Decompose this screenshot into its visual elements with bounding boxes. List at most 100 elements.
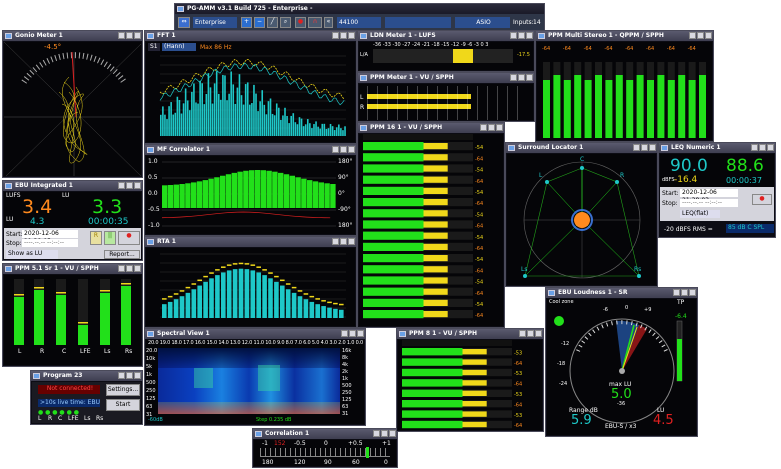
surround-label-r: R	[620, 172, 625, 179]
ms-bar	[647, 80, 654, 138]
record-button[interactable]: ●	[118, 231, 140, 245]
row-level	[402, 368, 463, 377]
start-button[interactable]: Start	[106, 399, 140, 411]
fft-bar	[319, 128, 321, 136]
magnet-icon[interactable]: ∩	[308, 17, 322, 28]
settings-icon[interactable]: «	[324, 17, 333, 28]
fft-bar	[327, 128, 330, 136]
row-peak	[423, 232, 448, 239]
row-peak	[423, 221, 448, 228]
corr-tick-3: +0.5	[348, 440, 363, 447]
window-controls[interactable]	[117, 372, 141, 382]
leq-rms-value[interactable]: 85 dB C SPL	[726, 224, 774, 233]
goniometer-title-bar[interactable]: Gonio Meter 1	[3, 31, 142, 41]
fft-bar	[340, 128, 342, 136]
settings-button[interactable]: Settings...	[106, 384, 140, 396]
window-controls[interactable]	[672, 289, 696, 299]
ebu-loudness-title-bar[interactable]: EBU Loudness 1 - SR	[546, 288, 697, 298]
reset-button[interactable]: R	[90, 231, 102, 245]
window-controls[interactable]	[331, 238, 355, 248]
window-controls[interactable]	[688, 32, 712, 42]
ppm8-title-bar[interactable]: PPM 8 1 - VU / SPPH	[397, 329, 543, 339]
leq-weighting-select[interactable]: LEQ(flat)	[680, 210, 720, 218]
report-button[interactable]: Report...	[104, 250, 140, 259]
rta-peak	[232, 263, 238, 265]
row-level	[363, 209, 424, 218]
preset-select[interactable]: Enterprise	[193, 17, 237, 28]
correlation-title-bar[interactable]: Correlation 1	[253, 429, 397, 439]
row-peak	[462, 401, 487, 407]
start-field[interactable]: 2020-12-06 21:38:05	[22, 230, 78, 245]
driver-select[interactable]: ASIO	[455, 17, 510, 28]
window-controls[interactable]	[117, 182, 141, 192]
fft-bar	[191, 91, 193, 136]
add-icon[interactable]: +	[241, 17, 252, 28]
leq-start-field[interactable]: 2020-12-06 21:38:03	[680, 189, 738, 204]
window-controls[interactable]	[509, 32, 533, 42]
pause-button[interactable]: ||	[104, 231, 116, 245]
channel-label-ls: Ls	[104, 348, 111, 355]
window-controls[interactable]	[117, 265, 141, 275]
fft-bar	[329, 123, 332, 136]
main-title-bar[interactable]: PG-AMM v3.1 Build 725 - Enterprise -	[175, 4, 544, 14]
fft-bar	[315, 121, 317, 136]
spectral-title-bar[interactable]: Spectral View 1	[145, 329, 365, 339]
window-controls[interactable]	[331, 146, 355, 156]
show-as-select[interactable]: Show as LU	[6, 250, 58, 259]
leq-stop-field[interactable]: ----.--.-- --:--:--	[680, 199, 738, 207]
rta-peak	[250, 264, 256, 266]
ebu-integrated-title-bar[interactable]: EBU Integrated 1	[3, 181, 142, 191]
window-controls[interactable]	[509, 74, 533, 84]
mf-ytick-4: -1.0	[148, 222, 160, 229]
ppm-meter-window: PPM Meter 1 - VU / SPPH L R	[357, 72, 535, 122]
mf-correlator-plot	[161, 161, 336, 227]
ldn-body: -36 -33 -30 -27 -24 -21 -18 -15 -12 -9 -…	[359, 42, 533, 70]
window-controls[interactable]	[117, 32, 141, 42]
fft-title-bar[interactable]: FFT 1	[145, 31, 356, 41]
leq-record-button[interactable]: ●	[752, 194, 772, 205]
window-controls[interactable]	[632, 144, 656, 154]
window-controls[interactable]	[340, 330, 364, 340]
window-controls[interactable]	[479, 124, 503, 134]
window-controls[interactable]	[750, 144, 774, 154]
ppm-meter-title-bar[interactable]: PPM Meter 1 - VU / SPPH	[358, 73, 534, 83]
rta-peak	[262, 269, 267, 271]
row-reading: -64	[475, 156, 483, 162]
row-reading: -54	[475, 190, 483, 196]
device-select[interactable]	[385, 17, 451, 28]
surround-title-bar[interactable]: Surround Locator 1	[506, 143, 657, 153]
window-controls[interactable]	[518, 330, 542, 340]
stop-field[interactable]: ----.--.-- --:--:--	[22, 239, 78, 247]
ldn-left: L/A	[360, 52, 368, 58]
window-controls[interactable]	[372, 430, 396, 440]
rta-peak	[197, 279, 202, 282]
tool-icon[interactable]: ╱	[267, 17, 278, 28]
fft-bar	[197, 103, 199, 136]
rta-bar	[280, 285, 285, 318]
mf-ytick-2: 0.0	[148, 190, 158, 197]
ldn-title-bar[interactable]: LDN Meter 1 - LUFS	[358, 31, 534, 41]
record-icon[interactable]: ●	[295, 17, 306, 28]
remove-icon[interactable]: −	[254, 17, 265, 28]
rta-title-bar[interactable]: RTA 1	[145, 237, 356, 247]
program-title-bar[interactable]: Program 23	[31, 371, 142, 381]
tp-value: -6.4	[675, 313, 687, 320]
ppm51-title-bar[interactable]: PPM 5.1 Sr 1 - VU / SPPH	[3, 264, 142, 274]
ms-peak-label: -64	[563, 46, 571, 52]
ms-bar	[678, 75, 686, 138]
multistereo-title-bar[interactable]: PPM Multi Stereo 1 - QPPM / SPPH	[536, 31, 713, 41]
mf-correlator-title-bar[interactable]: MF Correlator 1	[145, 145, 356, 155]
samplerate-select[interactable]: 44100	[337, 17, 381, 28]
dial-tick-7: -12	[561, 341, 570, 347]
ms-bar	[543, 80, 550, 138]
range-value: 5.9	[571, 413, 592, 428]
row-level	[363, 142, 424, 151]
layout-button[interactable]: ⇔	[178, 17, 190, 28]
pin-icon[interactable]: ⌕	[280, 17, 291, 28]
mf-bar	[162, 185, 168, 208]
window-controls[interactable]	[331, 32, 355, 42]
leq-title-bar[interactable]: LEQ Numeric 1	[659, 143, 775, 153]
mf-bar	[167, 185, 174, 208]
ppm16-title-bar[interactable]: PPM 16 1 - VU / SPPH	[358, 123, 504, 133]
rta-bar	[173, 299, 179, 318]
